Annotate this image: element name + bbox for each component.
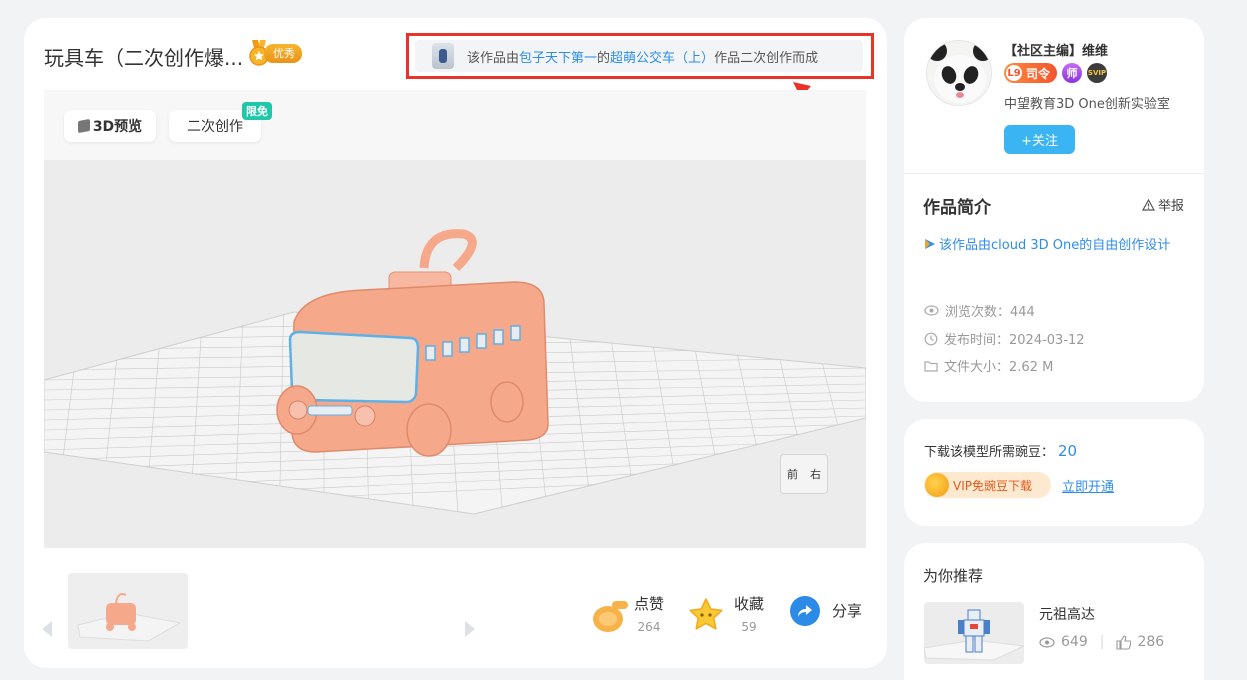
stat-separator: | [1099, 634, 1105, 650]
open-vip-link[interactable]: 立即开通 [1062, 476, 1114, 495]
author-intro-card: 【社区主编】维维 L9 司令 师 SVIP 中望教育3D One创新实验室 +关… [904, 18, 1204, 402]
gundam-model-image [924, 609, 1024, 661]
teacher-badge: 师 [1062, 63, 1083, 83]
work-description[interactable]: 该作品由cloud 3D One的自由创作设计 [923, 234, 1188, 253]
level-number: L9 [1006, 65, 1022, 81]
nav-cube-right: 右 [810, 468, 821, 481]
views-label: 浏览次数： [945, 305, 1011, 320]
intro-heading: 作品简介 [923, 198, 991, 218]
source-info: 该作品由 包子天下第一 的 超萌公交车（上） 作品二次创作而成 [415, 40, 863, 72]
file-size: 2.62 M [1009, 360, 1054, 375]
thumbs-up-hand-icon [593, 601, 628, 632]
recommend-heading: 为你推荐 [923, 567, 984, 585]
prev-thumbnail-arrow-icon[interactable] [42, 621, 52, 637]
publish-label: 发布时间： [944, 333, 1010, 348]
view-nav-cube[interactable]: 前 右 [780, 454, 828, 494]
source-work-link[interactable]: 超萌公交车（上） [610, 47, 714, 66]
source-mid: 的 [597, 50, 611, 66]
favorite-button[interactable]: 收藏 59 [688, 593, 764, 634]
author-organization: 中望教育3D One创新实验室 [1004, 97, 1170, 112]
clock-icon [924, 332, 938, 345]
3d-one-logo-icon [925, 238, 935, 249]
folder-icon [924, 360, 938, 372]
excellent-badge-label: 优秀 [264, 43, 302, 63]
thumbs-up-icon [1116, 634, 1132, 650]
remix-label: 二次创作 [187, 119, 243, 135]
coin-icon [925, 473, 949, 497]
like-count: 264 [637, 620, 661, 634]
recommend-item-views: 649 [1061, 634, 1088, 650]
like-button[interactable]: 点赞 264 [590, 593, 664, 635]
next-thumbnail-arrow-icon[interactable] [465, 621, 475, 637]
description-text: 该作品由cloud 3D One的自由创作设计 [939, 238, 1171, 253]
author-avatar[interactable] [926, 40, 992, 106]
favorite-count: 59 [741, 620, 757, 634]
recommend-item-thumbnail[interactable] [924, 602, 1024, 664]
source-prefix: 该作品由 [467, 50, 520, 66]
section-divider [904, 173, 1204, 174]
cube-icon [77, 118, 90, 134]
eye-icon [1039, 636, 1055, 648]
recommend-item-stats: 649 | 286 [1039, 634, 1164, 650]
model-thumbnail[interactable] [68, 573, 188, 649]
level-title: 司令 [1026, 66, 1051, 81]
publish-stat: 发布时间：2024-03-12 [924, 329, 1085, 348]
work-title: 玩具车（二次创作爆... [44, 46, 244, 70]
author-badges: L9 司令 师 SVIP [1004, 63, 1108, 83]
svip-badge: SVIP [1087, 63, 1108, 83]
share-arrow-icon [790, 596, 820, 626]
vip-download-label: VIP免豌豆下载 [953, 478, 1032, 493]
preview-3d-button[interactable]: 3D预览 [64, 110, 156, 142]
like-label: 点赞 [634, 595, 665, 613]
views-count: 444 [1010, 305, 1035, 320]
report-button[interactable]: 举报 [1141, 195, 1184, 214]
toy-bus-model [276, 229, 549, 457]
download-card: 下载该模型所需豌豆： 20 VIP免豌豆下载 立即开通 [904, 419, 1204, 526]
recommend-card: 为你推荐 元祖高达 649 | 286 [904, 543, 1204, 680]
download-text: 下载该模型所需豌豆： [924, 445, 1055, 460]
publish-date: 2024-03-12 [1009, 333, 1085, 348]
size-label: 文件大小： [944, 360, 1010, 375]
excellent-badge: 优秀 [248, 40, 302, 66]
source-highlight-box: 该作品由 包子天下第一 的 超萌公交车（上） 作品二次创作而成 [406, 33, 874, 79]
share-button[interactable]: 分享 [790, 596, 862, 626]
model-3d-viewer[interactable]: 3D预览 二次创作 限免 前 右 [44, 90, 866, 548]
views-stat: 浏览次数：444 [924, 301, 1035, 320]
download-info: 下载该模型所需豌豆： 20 [924, 441, 1077, 460]
author-name[interactable]: 【社区主编】维维 [1004, 40, 1108, 59]
share-label: 分享 [832, 602, 863, 620]
thumbnail-bus-image [77, 593, 182, 642]
bean-count: 20 [1058, 442, 1078, 460]
eye-icon [924, 305, 939, 316]
warning-triangle-icon [1141, 198, 1155, 211]
source-work-thumbnail[interactable] [432, 43, 454, 69]
recommend-item-likes: 286 [1137, 634, 1165, 650]
recommend-item-name[interactable]: 元祖高达 [1039, 604, 1095, 624]
free-tag: 限免 [242, 102, 272, 120]
source-author-link[interactable]: 包子天下第一 [519, 47, 597, 66]
follow-button[interactable]: +关注 [1004, 125, 1075, 154]
level-badge: L9 司令 [1004, 63, 1058, 83]
work-main-card: 玩具车（二次创作爆... 优秀 该作品由 包子天下第一 的 超萌公交车（上） 作… [24, 18, 887, 668]
report-label: 举报 [1157, 199, 1184, 214]
vip-download-button[interactable]: VIP免豌豆下载 [924, 472, 1051, 498]
size-stat: 文件大小：2.62 M [924, 356, 1053, 375]
preview-3d-label: 3D预览 [92, 119, 143, 135]
favorite-label: 收藏 [734, 595, 765, 613]
nav-cube-front: 前 [787, 468, 798, 481]
source-suffix: 作品二次创作而成 [714, 50, 819, 66]
star-icon [689, 598, 723, 630]
